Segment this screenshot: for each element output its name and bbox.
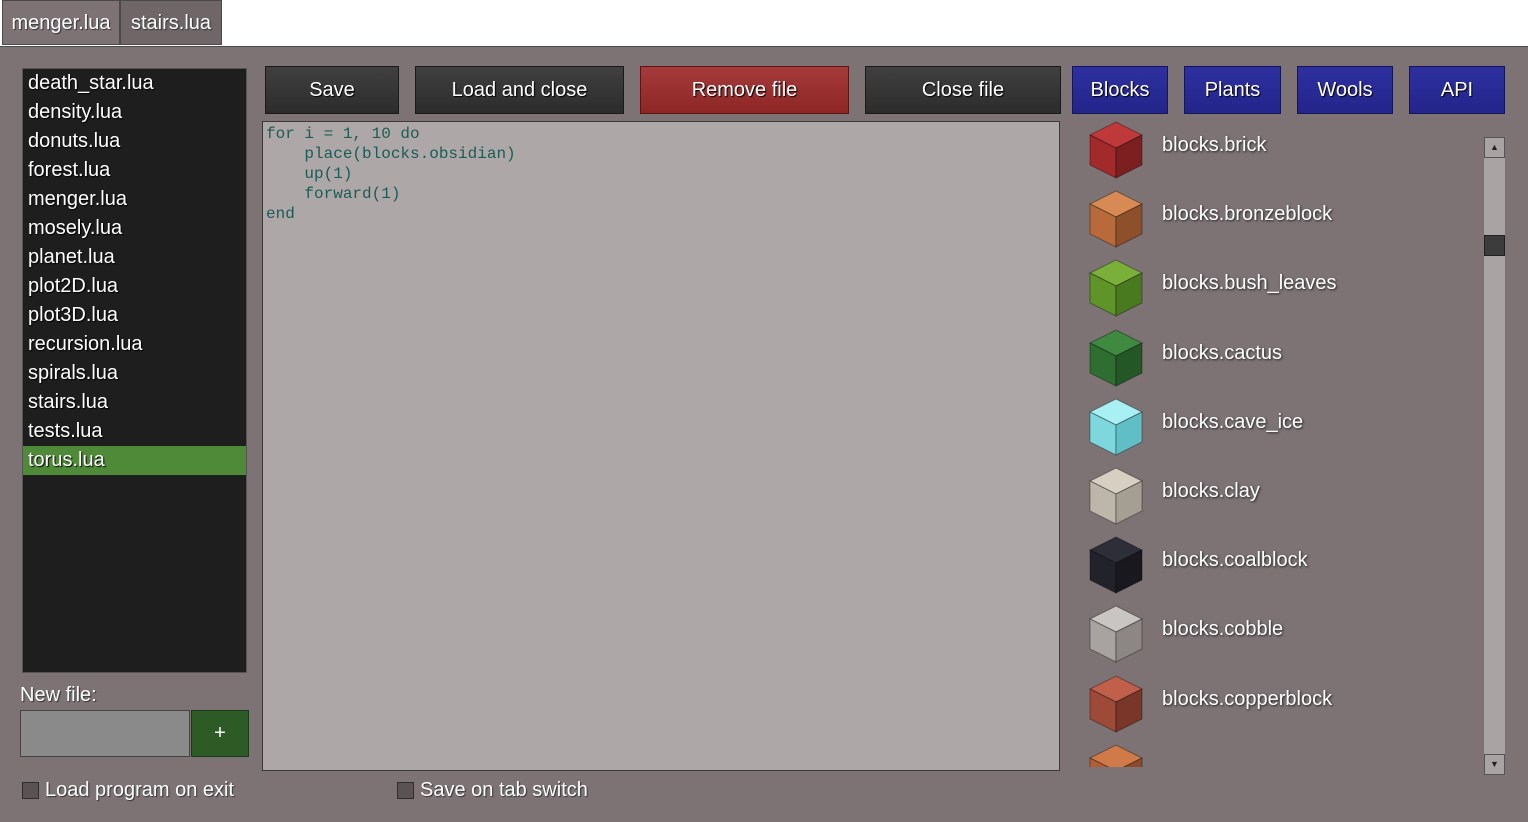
coal-block-icon: [1088, 536, 1144, 594]
file-item[interactable]: planet.lua: [23, 243, 246, 272]
file-item[interactable]: mosely.lua: [23, 214, 246, 243]
block-name: blocks.cactus: [1162, 341, 1283, 364]
file-item[interactable]: plot3D.lua: [23, 301, 246, 330]
new-file-label: New file:: [20, 684, 97, 706]
block-item[interactable]: blocks.brick: [1084, 120, 1474, 189]
cobble-block-icon: [1088, 605, 1144, 664]
close-file-button[interactable]: Close file: [865, 66, 1061, 114]
tab-bar: menger.lua stairs.lua: [0, 0, 1528, 46]
code-editor[interactable]: for i = 1, 10 do place(blocks.obsidian) …: [262, 121, 1060, 771]
save-on-switch-label: Save on tab switch: [420, 779, 588, 801]
code-line: end: [266, 205, 295, 223]
file-item[interactable]: plot2D.lua: [23, 272, 246, 301]
bush-leaves-block-icon: [1088, 259, 1144, 318]
bronze-block-icon: [1088, 190, 1144, 248]
clay-block-icon: [1088, 467, 1144, 525]
file-item[interactable]: density.lua: [23, 98, 246, 127]
file-item[interactable]: donuts.lua: [23, 127, 246, 156]
load-on-exit-label: Load program on exit: [45, 779, 235, 801]
block-item[interactable]: blocks.copperblock: [1084, 674, 1474, 743]
remove-file-button[interactable]: Remove file: [640, 66, 849, 114]
code-line: forward(1): [266, 185, 401, 203]
add-file-button[interactable]: +: [191, 710, 249, 757]
partial-block-icon: [1088, 744, 1144, 767]
save-on-switch-checkbox[interactable]: [397, 782, 414, 799]
file-item[interactable]: forest.lua: [23, 156, 246, 185]
block-name: blocks.cave_ice: [1162, 410, 1304, 433]
block-name: blocks.bronzeblock: [1162, 203, 1333, 226]
tab-stairs[interactable]: stairs.lua: [120, 0, 222, 45]
block-name: blocks.coalblock: [1162, 549, 1308, 572]
block-item[interactable]: blocks.bronzeblock: [1084, 189, 1474, 258]
block-list-scrollbar[interactable]: ▲ ▼: [1484, 137, 1505, 775]
file-item[interactable]: recursion.lua: [23, 330, 246, 359]
block-item[interactable]: blocks.bush_leaves: [1084, 258, 1474, 327]
file-list[interactable]: death_star.lua density.lua donuts.lua fores…: [22, 68, 247, 673]
file-item[interactable]: death_star.lua: [23, 69, 246, 98]
block-name: blocks.brick: [1162, 134, 1267, 156]
copper-block-icon: [1088, 675, 1144, 733]
file-item[interactable]: tests.lua: [23, 417, 246, 446]
block-item[interactable]: blocks.clay: [1084, 466, 1474, 535]
file-item[interactable]: menger.lua: [23, 185, 246, 214]
block-list: blocks.brick blocks.bronzeblock blocks.bus…: [1084, 117, 1474, 767]
code-line: up(1): [266, 165, 353, 183]
plants-tab-button[interactable]: Plants: [1184, 66, 1281, 114]
wools-tab-button[interactable]: Wools: [1297, 66, 1393, 114]
cave-ice-block-icon: [1088, 398, 1144, 456]
tab-menger[interactable]: menger.lua: [2, 0, 120, 45]
code-line: place(blocks.obsidian): [266, 145, 516, 163]
code-line: for i = 1, 10 do: [266, 125, 420, 143]
block-item[interactable]: blocks.coalblock: [1084, 535, 1474, 604]
file-item[interactable]: stairs.lua: [23, 388, 246, 417]
load-and-close-button[interactable]: Load and close: [415, 66, 624, 114]
cactus-block-icon: [1088, 329, 1144, 387]
file-item[interactable]: torus.lua: [23, 446, 246, 475]
block-name: blocks.bush_leaves: [1162, 272, 1337, 295]
load-on-exit-checkbox[interactable]: [22, 782, 39, 799]
block-item[interactable]: blocks.cactus: [1084, 328, 1474, 397]
blocks-tab-button[interactable]: Blocks: [1072, 66, 1168, 114]
block-item[interactable]: blocks.cobble: [1084, 604, 1474, 673]
save-button[interactable]: Save: [265, 66, 399, 114]
brick-block-icon: [1088, 121, 1144, 179]
scroll-down-arrow-icon[interactable]: ▼: [1484, 754, 1505, 775]
new-file-input[interactable]: [20, 710, 190, 757]
block-name: blocks.cobble: [1162, 618, 1284, 641]
file-item[interactable]: spirals.lua: [23, 359, 246, 388]
api-tab-button[interactable]: API: [1409, 66, 1505, 114]
scroll-thumb[interactable]: [1484, 235, 1505, 256]
block-name: blocks.copperblock: [1162, 687, 1333, 710]
scroll-up-arrow-icon[interactable]: ▲: [1484, 137, 1505, 158]
block-name: blocks.clay: [1162, 480, 1260, 502]
block-item[interactable]: blocks.cave_ice: [1084, 397, 1474, 466]
block-item[interactable]: [1084, 743, 1474, 767]
